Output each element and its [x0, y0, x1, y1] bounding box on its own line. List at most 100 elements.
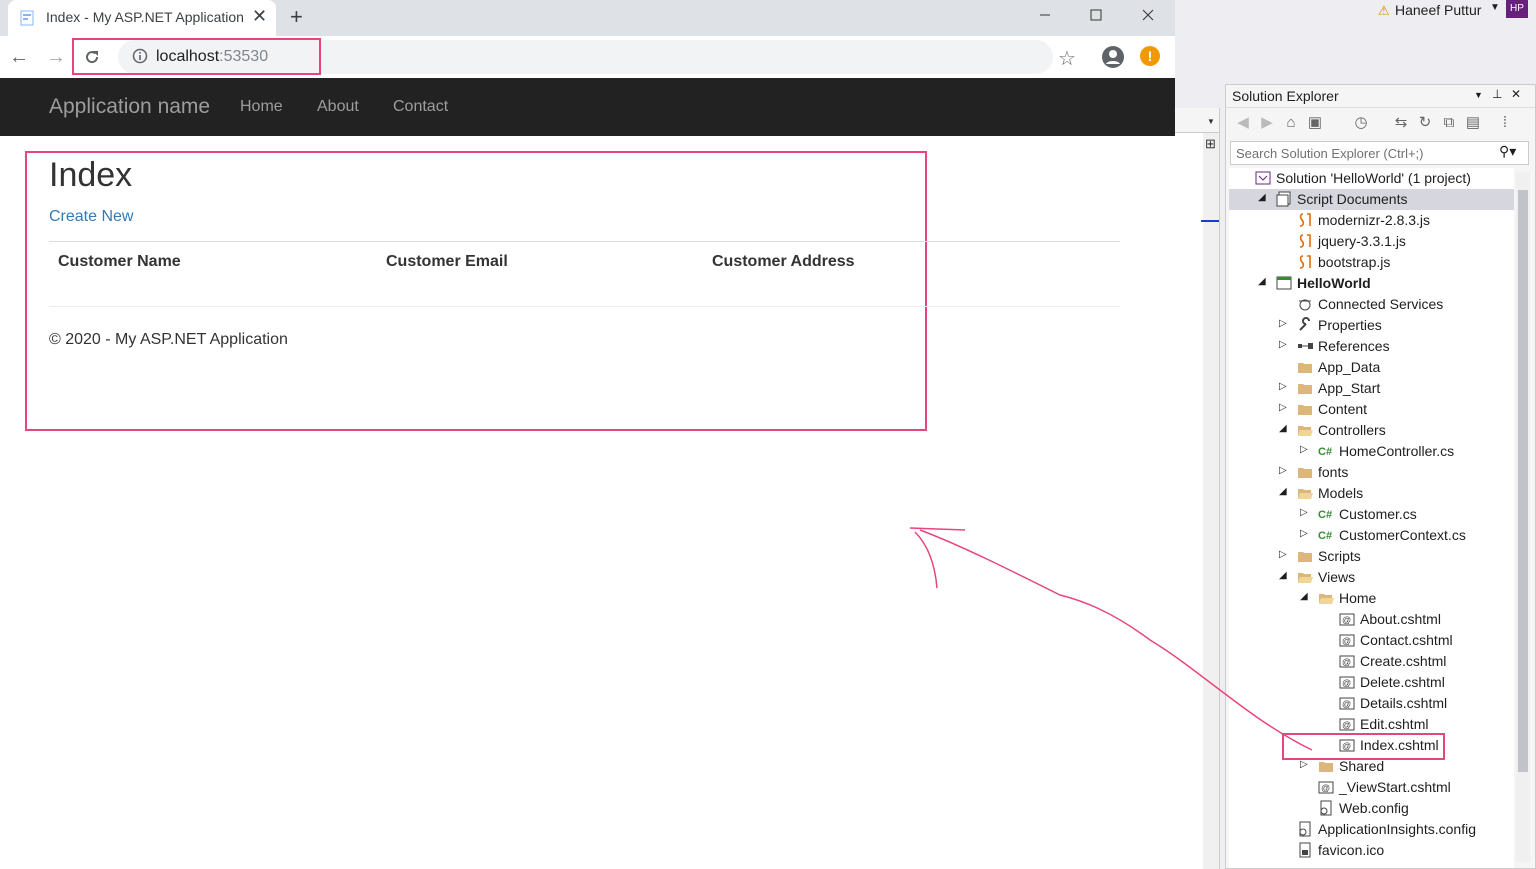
expand-arrow-icon[interactable]: ▷	[1300, 444, 1312, 455]
expand-arrow-icon[interactable]: ▷	[1279, 318, 1291, 329]
split-icon[interactable]: ⊞	[1205, 136, 1216, 152]
profile-icon[interactable]	[1101, 45, 1125, 69]
tree-item[interactable]: ◢ Script Documents	[1229, 189, 1514, 210]
nav-contact-link[interactable]: Contact	[393, 98, 448, 116]
editor-dropdown-icon[interactable]: ▼	[1207, 117, 1215, 126]
pin-icon[interactable]: ⊥	[1492, 87, 1502, 101]
tree-item[interactable]: @ Edit.cshtml	[1229, 714, 1514, 735]
razor-file-icon: @	[1339, 676, 1355, 689]
tree-item[interactable]: @ About.cshtml	[1229, 609, 1514, 630]
tree-item[interactable]: modernizr-2.8.3.js	[1229, 210, 1514, 231]
search-icon[interactable]: ⚲▾	[1499, 143, 1516, 160]
solution-tree: Solution 'HelloWorld' (1 project) ◢ Script…	[1229, 168, 1514, 868]
user-name[interactable]: Haneef Puttur	[1395, 2, 1481, 18]
tree-item[interactable]: ▷ C# CustomerContext.cs	[1229, 525, 1514, 546]
tree-item[interactable]: ▷ C# HomeController.cs	[1229, 441, 1514, 462]
close-window-icon[interactable]	[1125, 0, 1171, 30]
nav-home-link[interactable]: Home	[240, 98, 283, 116]
user-dropdown-icon[interactable]: ▼	[1490, 2, 1500, 13]
tree-item[interactable]: App_Data	[1229, 357, 1514, 378]
properties-icon[interactable]: ⁞	[1496, 114, 1514, 132]
expand-arrow-icon[interactable]: ▷	[1279, 339, 1291, 350]
tree-item[interactable]: @ _ViewStart.cshtml	[1229, 777, 1514, 798]
razor-file-icon: @	[1339, 613, 1355, 626]
update-alert-icon[interactable]: !	[1140, 46, 1160, 66]
back-icon[interactable]: ←	[7, 45, 31, 69]
tree-item[interactable]: ▷ References	[1229, 336, 1514, 357]
tree-item[interactable]: bootstrap.js	[1229, 252, 1514, 273]
collapse-arrow-icon[interactable]: ◢	[1300, 591, 1312, 602]
collapse-arrow-icon[interactable]: ◢	[1279, 423, 1291, 434]
browser-tab[interactable]: Index - My ASP.NET Application ✕	[8, 0, 276, 36]
collapse-all-icon[interactable]: ⧉	[1440, 114, 1458, 132]
tree-item[interactable]: ◢ Home	[1229, 588, 1514, 609]
collapse-arrow-icon[interactable]: ◢	[1279, 570, 1291, 581]
panel-menu-icon[interactable]: ▼	[1474, 90, 1483, 100]
show-all-files-icon[interactable]: ▤	[1464, 114, 1482, 132]
tree-item[interactable]: jquery-3.3.1.js	[1229, 231, 1514, 252]
table-top-border	[49, 241, 1120, 242]
tree-item[interactable]: ▷ App_Start	[1229, 378, 1514, 399]
tree-item[interactable]: ▷ fonts	[1229, 462, 1514, 483]
nav-about-link[interactable]: About	[317, 98, 359, 116]
tree-item[interactable]: Connected Services	[1229, 294, 1514, 315]
tree-scrollbar-thumb[interactable]	[1518, 190, 1528, 772]
tree-item[interactable]: ▷ Scripts	[1229, 546, 1514, 567]
ico-file-icon	[1299, 842, 1311, 858]
new-tab-icon[interactable]: +	[290, 4, 303, 30]
tab-close-icon[interactable]: ✕	[252, 6, 267, 27]
tree-item[interactable]: ▷ C# Customer.cs	[1229, 504, 1514, 525]
tree-item[interactable]: @ Delete.cshtml	[1229, 672, 1514, 693]
solution-explorer-search[interactable]: Search Solution Explorer (Ctrl+;) ⚲▾	[1230, 141, 1529, 165]
back-icon[interactable]: ◀	[1234, 114, 1252, 132]
brand-link[interactable]: Application name	[49, 95, 210, 119]
tree-item[interactable]: ◢ Views	[1229, 567, 1514, 588]
tree-item[interactable]: ◢ HelloWorld	[1229, 273, 1514, 294]
home-icon[interactable]: ⌂	[1282, 114, 1300, 132]
expand-arrow-icon[interactable]: ▷	[1279, 402, 1291, 413]
tree-item-label: _ViewStart.cshtml	[1339, 779, 1451, 795]
refresh-icon[interactable]: ↻	[1416, 114, 1434, 132]
tree-item[interactable]: @ Create.cshtml	[1229, 651, 1514, 672]
maximize-icon[interactable]	[1073, 0, 1119, 30]
minimize-icon[interactable]	[1022, 0, 1068, 30]
expand-arrow-icon[interactable]: ▷	[1279, 381, 1291, 392]
expand-arrow-icon[interactable]: ▷	[1300, 528, 1312, 539]
expand-arrow-icon[interactable]: ▷	[1300, 507, 1312, 518]
forward-icon[interactable]: →	[44, 45, 68, 69]
collapse-arrow-icon[interactable]: ◢	[1258, 192, 1270, 203]
tree-item[interactable]: ◢ Models	[1229, 483, 1514, 504]
index-file-annotation-box	[1282, 733, 1445, 760]
editor-scrollbar[interactable]	[1203, 133, 1219, 869]
js-file-icon	[1299, 234, 1311, 248]
switch-views-icon[interactable]: ▣	[1306, 114, 1324, 132]
forward-icon[interactable]: ▶	[1258, 114, 1276, 132]
panel-close-icon[interactable]: ✕	[1511, 87, 1521, 101]
expand-arrow-icon[interactable]: ▷	[1279, 549, 1291, 560]
tree-item[interactable]: ▷ Properties	[1229, 315, 1514, 336]
tree-item-label: modernizr-2.8.3.js	[1318, 212, 1431, 228]
tree-item[interactable]: @ Contact.cshtml	[1229, 630, 1514, 651]
tree-scrollbar[interactable]	[1516, 172, 1530, 862]
user-avatar[interactable]: HP	[1506, 0, 1528, 18]
folder-icon	[1298, 468, 1312, 478]
expand-arrow-icon[interactable]: ▷	[1300, 759, 1312, 770]
collapse-arrow-icon[interactable]: ◢	[1279, 486, 1291, 497]
expand-arrow-icon[interactable]: ▷	[1279, 465, 1291, 476]
tree-item[interactable]: favicon.ico	[1229, 840, 1514, 861]
solution-explorer-toolbar: ◀ ▶ ⌂ ▣ ◷ ⇆ ↻ ⧉ ▤ ⁞	[1226, 108, 1535, 138]
tree-item[interactable]: ApplicationInsights.config	[1229, 819, 1514, 840]
tree-item[interactable]: @ Details.cshtml	[1229, 693, 1514, 714]
bookmark-star-icon[interactable]: ☆	[1058, 46, 1076, 71]
tree-item[interactable]: Web.config	[1229, 798, 1514, 819]
tree-item[interactable]: ◢ Controllers	[1229, 420, 1514, 441]
browser-window: Index - My ASP.NET Application ✕ + ← → l…	[0, 0, 1175, 869]
svg-text:@: @	[1342, 636, 1351, 646]
tree-item[interactable]: Solution 'HelloWorld' (1 project)	[1229, 168, 1514, 189]
sync-icon[interactable]: ⇆	[1392, 114, 1410, 132]
create-new-link[interactable]: Create New	[49, 208, 133, 226]
pending-changes-icon[interactable]: ◷	[1352, 114, 1370, 132]
collapse-arrow-icon[interactable]: ◢	[1258, 276, 1270, 287]
tree-item[interactable]: ▷ Content	[1229, 399, 1514, 420]
warning-icon[interactable]: ⚠	[1378, 3, 1390, 19]
